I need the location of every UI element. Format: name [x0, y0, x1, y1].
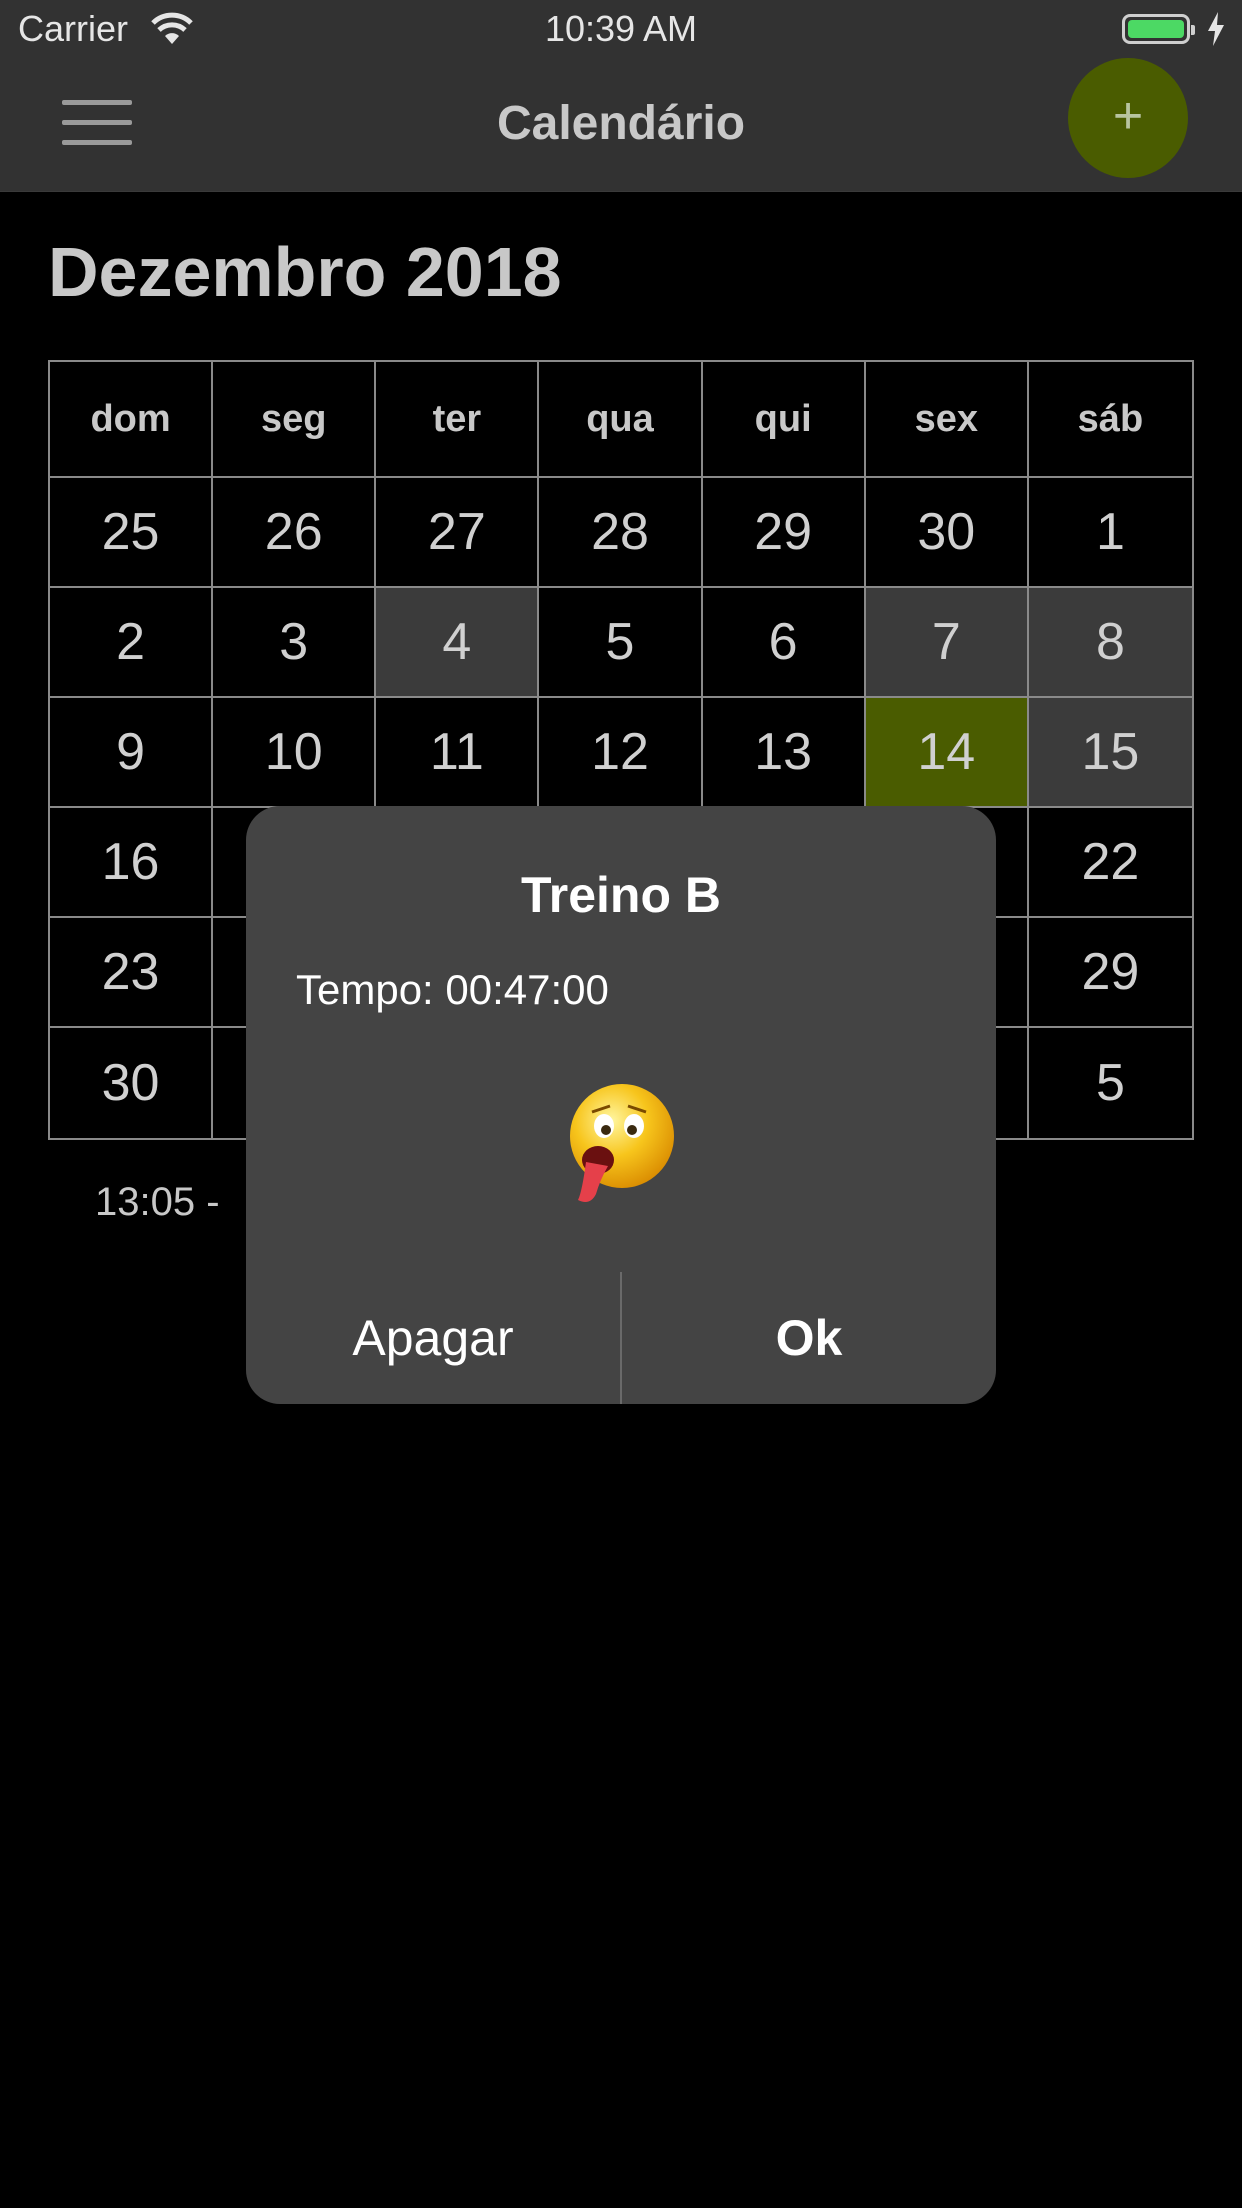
day-cell[interactable]: 29 [702, 478, 866, 588]
day-cell[interactable]: 30 [865, 478, 1029, 588]
week-row: 2 3 4 5 6 7 8 [50, 588, 1192, 698]
delete-button[interactable]: Apagar [246, 1272, 620, 1404]
day-cell[interactable]: 28 [539, 478, 703, 588]
event-time-label: 13:05 - [95, 1180, 220, 1224]
day-cell[interactable]: 29 [1028, 918, 1192, 1028]
day-cell[interactable]: 27 [376, 478, 540, 588]
week-row: 25 26 27 28 29 30 1 [50, 478, 1192, 588]
month-title: Dezembro 2018 [48, 233, 562, 311]
status-time: 10:39 AM [544, 8, 698, 49]
week-row: 9 10 11 12 13 14 15 [50, 698, 1192, 808]
status-bar: Carrier 10:39 AM [0, 0, 1242, 60]
weekday-label: ter [376, 362, 540, 478]
day-cell[interactable]: 30 [50, 1028, 214, 1138]
top-bar: Carrier 10:39 AM Calendário + [0, 0, 1242, 192]
weekday-header-row: dom seg ter qua qui sex sáb [50, 362, 1192, 478]
day-cell[interactable]: 5 [1029, 1028, 1192, 1138]
weekday-label: dom [50, 362, 214, 478]
weekday-label: qui [702, 362, 866, 478]
alert-title: Treino B [520, 867, 722, 923]
exhausted-face-emoji-icon [570, 1084, 674, 1202]
day-cell[interactable]: 1 [1028, 478, 1192, 588]
day-cell-with-event[interactable]: 7 [865, 588, 1029, 698]
day-cell[interactable]: 5 [539, 588, 703, 698]
workout-alert-dialog: Treino B Tempo: 00:47:00 Apagar Ok [246, 806, 996, 1404]
day-cell[interactable]: 3 [213, 588, 377, 698]
day-cell[interactable]: 25 [50, 478, 214, 588]
day-cell[interactable]: 26 [213, 478, 377, 588]
day-cell[interactable]: 2 [50, 588, 214, 698]
day-cell-with-event[interactable]: 4 [376, 588, 540, 698]
day-cell[interactable]: 16 [50, 808, 214, 918]
day-cell-with-event[interactable]: 8 [1028, 588, 1192, 698]
day-cell-with-event[interactable]: 15 [1028, 698, 1192, 808]
charging-bolt-icon [1208, 12, 1224, 46]
add-button[interactable]: + [1068, 58, 1188, 178]
day-cell-selected[interactable]: 14 [865, 698, 1029, 808]
day-cell[interactable]: 23 [50, 918, 214, 1028]
weekday-label: sex [865, 362, 1029, 478]
alert-message: Tempo: 00:47:00 [296, 966, 609, 1013]
day-cell[interactable]: 6 [702, 588, 866, 698]
day-cell[interactable]: 22 [1028, 808, 1192, 918]
day-cell[interactable]: 11 [376, 698, 540, 808]
battery-icon [1122, 14, 1195, 44]
weekday-label: seg [213, 362, 377, 478]
day-cell[interactable]: 13 [702, 698, 866, 808]
weekday-label: qua [539, 362, 703, 478]
day-cell[interactable]: 12 [539, 698, 703, 808]
day-cell[interactable]: 10 [213, 698, 377, 808]
alert-buttons: Apagar Ok [246, 1272, 996, 1404]
day-cell[interactable]: 9 [50, 698, 214, 808]
plus-icon: + [1112, 87, 1144, 145]
ok-button[interactable]: Ok [622, 1272, 996, 1404]
page-title: Calendário [496, 97, 746, 150]
weekday-label: sáb [1028, 362, 1192, 478]
